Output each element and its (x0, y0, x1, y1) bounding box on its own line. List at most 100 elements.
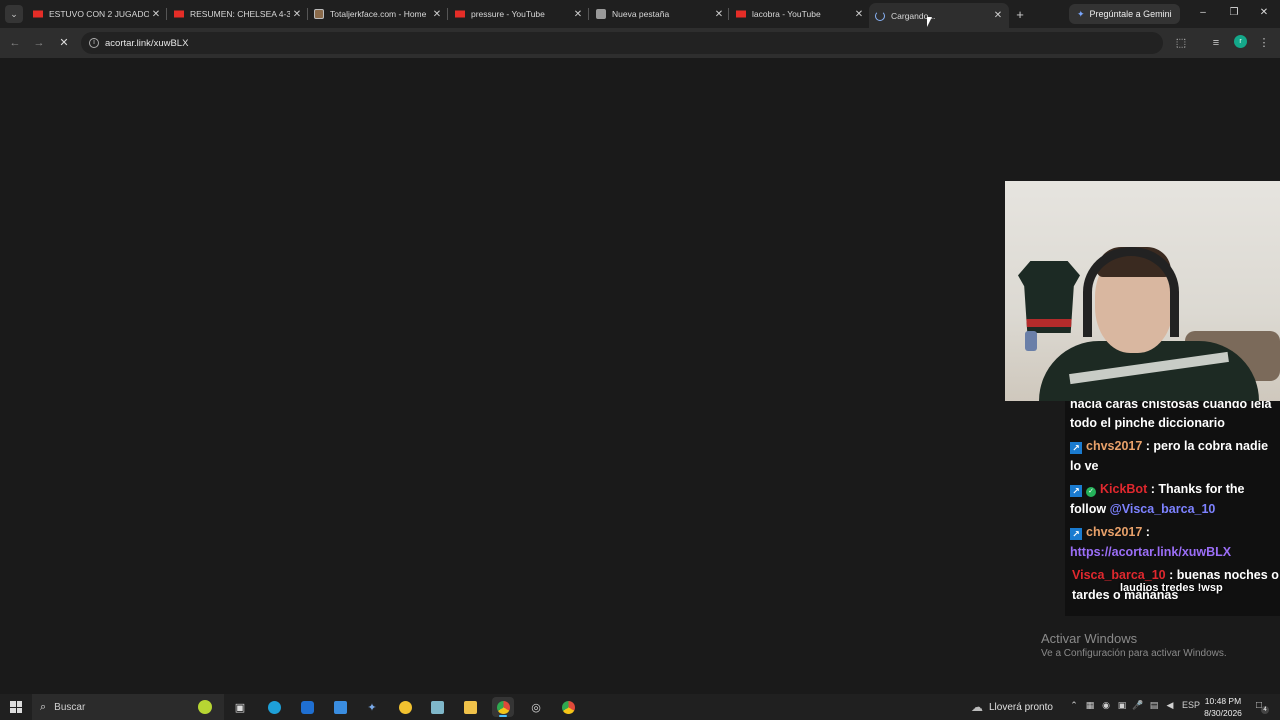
tab-title: ESTUVO CON 2 JUGADORES (49, 9, 149, 19)
kodi-icon[interactable]: ✦ (361, 697, 383, 717)
taskbar-search[interactable]: ⌕ Buscar (32, 694, 224, 720)
hanging-jersey (1018, 261, 1080, 333)
chat-message: ↗ chvs2017 : https://acortar.link/xuwBLX (1070, 522, 1280, 562)
tray-app-icon[interactable]: ◉ (1099, 700, 1113, 711)
media-controls-icon[interactable]: ≡ (1208, 35, 1224, 51)
minimize-button[interactable]: – (1193, 4, 1213, 22)
tab-4[interactable]: Nueva pestaña ✕ (590, 3, 730, 25)
chat-line: todo el pinche diccionario (1070, 416, 1225, 430)
tab-title: Nueva pestaña (612, 9, 670, 19)
weather-text: Lloverá pronto (989, 701, 1053, 713)
chat-text: : (1142, 525, 1150, 539)
browser-toolbar: ← → ✕ i acortar.link/xuwBLX ⬚ ≡ ⋮ (0, 28, 1280, 58)
close-tab-icon[interactable]: ✕ (149, 9, 163, 20)
youtube-icon (455, 10, 465, 18)
tab-title: Totaljerkface.com - Home (330, 9, 427, 19)
tab-title: lacobra - YouTube (752, 9, 821, 19)
tab-5[interactable]: lacobra - YouTube ✕ (730, 3, 870, 25)
obs-icon[interactable]: ◎ (525, 697, 547, 717)
close-tab-icon[interactable]: ✕ (991, 10, 1005, 21)
taskbar: ⌕ Buscar ▣ ✦ ◎ ☁ Lloverá pronto ⌃ ▦ ◉ ▣ … (0, 694, 1280, 720)
task-view-icon[interactable]: ▣ (229, 697, 251, 717)
rain-cloud-icon: ☁ (971, 700, 983, 714)
chrome-profile-icon[interactable] (557, 697, 579, 717)
volume-icon[interactable]: ◀ (1163, 700, 1177, 711)
network-icon[interactable]: ▤ (1147, 700, 1161, 711)
tab-strip: ⌄ ESTUVO CON 2 JUGADORES ✕ RESUMEN: CHEL… (0, 0, 1280, 28)
chrome-taskbar-icon[interactable] (492, 697, 514, 717)
gemini-label: Pregúntale a Gemini (1089, 9, 1172, 19)
restore-button[interactable]: ❐ (1224, 4, 1244, 22)
weather-widget[interactable]: ☁ Lloverá pronto (971, 694, 1053, 720)
outlook-icon[interactable] (296, 697, 318, 717)
gemini-sparkle-icon: ✦ (1077, 8, 1085, 19)
site-info-icon[interactable]: i (89, 38, 99, 48)
forward-button[interactable]: → (31, 35, 47, 51)
youtube-icon (33, 10, 43, 18)
edge-icon[interactable] (263, 697, 285, 717)
stop-loading-button[interactable]: ✕ (56, 35, 72, 51)
notes-icon[interactable] (426, 697, 448, 717)
tab-title: RESUMEN: CHELSEA 4-3 FU (190, 9, 290, 19)
gemini-button[interactable]: ✦ Pregúntale a Gemini (1069, 4, 1180, 24)
chat-username: KickBot (1100, 482, 1148, 496)
tennis-ball-icon (198, 700, 212, 714)
clock[interactable]: 10:48 PM 8/30/2026 (1200, 695, 1246, 719)
chat-username: chvs2017 (1086, 439, 1143, 453)
chat-link[interactable]: https://acortar.link/xuwBLX (1070, 545, 1231, 559)
tab-6-active[interactable]: Cargando... ✕ (869, 3, 1009, 28)
activate-windows-subtitle: Ve a Configuración para activar Windows. (1041, 648, 1227, 659)
mouse-cursor (927, 17, 932, 27)
chat-message: ↗ ✓ KickBot : Thanks for the follow @Visca… (1070, 479, 1280, 519)
close-tab-icon[interactable]: ✕ (571, 9, 585, 20)
file-explorer-icon[interactable] (459, 697, 481, 717)
tray-app-icon[interactable]: ▣ (1115, 700, 1129, 711)
search-icon: ⌕ (40, 700, 47, 713)
close-tab-icon[interactable]: ✕ (712, 9, 726, 20)
verified-check-icon: ✓ (1086, 487, 1096, 497)
chat-overlay: hacia caras chistosas cuando leia todo e… (1065, 401, 1280, 616)
tab-search-menu-button[interactable]: ⌄ (5, 5, 23, 23)
tab-3[interactable]: pressure - YouTube ✕ (449, 3, 589, 25)
tab-separator (588, 8, 589, 20)
microphone-icon[interactable]: 🎤 (1131, 700, 1145, 711)
tab-separator (447, 8, 448, 20)
activate-windows-title: Activar Windows (1041, 631, 1138, 646)
loading-spinner-icon (875, 10, 885, 21)
webcam-overlay (1005, 181, 1280, 401)
youtube-icon (174, 10, 184, 18)
tab-0[interactable]: ESTUVO CON 2 JUGADORES ✕ (27, 3, 167, 25)
address-bar-url: acortar.link/xuwBLX (105, 37, 189, 49)
clock-date: 8/30/2026 (1204, 708, 1242, 718)
profile-avatar[interactable]: r (1234, 35, 1247, 48)
close-tab-icon[interactable]: ✕ (852, 9, 866, 20)
tab-2[interactable]: Totaljerkface.com - Home ✕ (308, 3, 448, 25)
close-window-button[interactable]: ✕ (1254, 4, 1274, 22)
app-circle-icon[interactable] (394, 697, 416, 717)
page-icon (314, 9, 324, 19)
chat-mention: @Visca_barca_10 (1109, 502, 1216, 516)
back-button[interactable]: ← (7, 35, 23, 51)
tab-1[interactable]: RESUMEN: CHELSEA 4-3 FU ✕ (168, 3, 308, 25)
close-tab-icon[interactable]: ✕ (430, 9, 444, 20)
chat-username: Visca_barca_10 (1072, 568, 1166, 582)
arrow-badge-icon: ↗ (1070, 528, 1082, 540)
tab-title: Cargando... (891, 10, 936, 21)
store-icon[interactable] (329, 697, 351, 717)
chat-message: ↗ chvs2017 : pero la cobra nadie lo ve (1070, 436, 1280, 476)
tab-separator (166, 8, 167, 20)
taskbar-search-placeholder: Buscar (54, 701, 86, 713)
language-indicator[interactable]: ESP (1182, 700, 1200, 710)
chevron-down-icon: ⌄ (10, 8, 18, 19)
new-tab-button[interactable]: + (1011, 5, 1029, 23)
chevron-up-icon[interactable]: ⌃ (1067, 700, 1081, 711)
extensions-icon[interactable]: ⬚ (1173, 35, 1189, 51)
close-tab-icon[interactable]: ✕ (290, 9, 304, 20)
address-bar[interactable]: i acortar.link/xuwBLX (81, 32, 1163, 54)
tab-title: pressure - YouTube (471, 9, 545, 19)
kebab-menu-icon[interactable]: ⋮ (1256, 35, 1272, 51)
figurine (1025, 331, 1037, 351)
windows-start-icon[interactable] (10, 701, 22, 713)
tray-app-icon[interactable]: ▦ (1083, 700, 1097, 711)
clock-time: 10:48 PM (1204, 696, 1242, 706)
